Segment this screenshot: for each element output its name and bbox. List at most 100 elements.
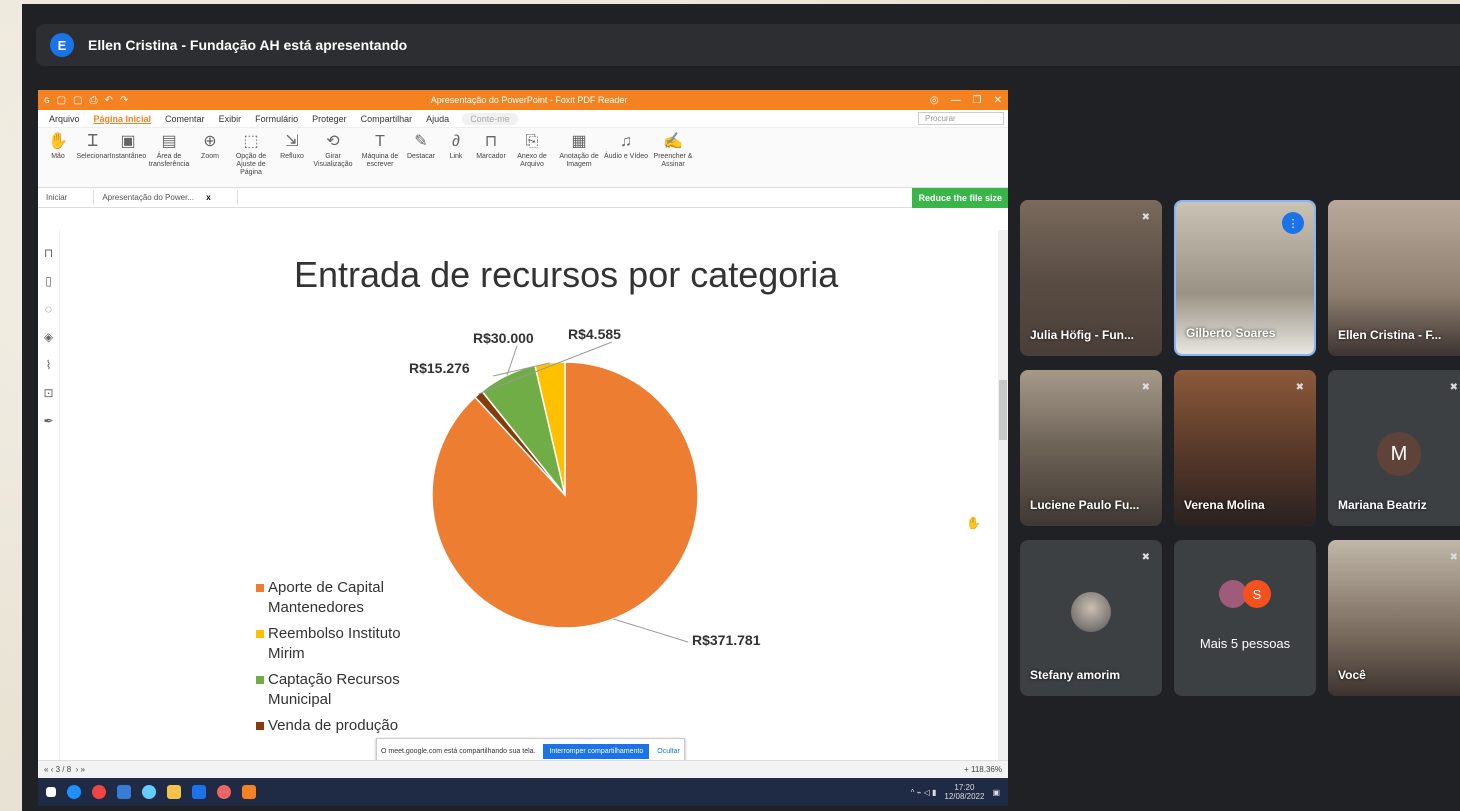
menu-item-arquivo[interactable]: Arquivo: [42, 114, 87, 124]
menu-item-compartilhar[interactable]: Compartilhar: [354, 114, 420, 124]
participant-tile[interactable]: S Mais 5 pessoas: [1174, 540, 1316, 696]
ribbon-button-rotate[interactable]: ⟲ Girar Visualização: [311, 131, 355, 169]
participant-tile[interactable]: Gilberto Soares ⋮: [1174, 200, 1316, 356]
status-bar: « ‹ 3 / 8 › » + 118.36%: [38, 760, 1008, 778]
mic-muted-icon: ✖: [1449, 552, 1458, 563]
chrome-icon[interactable]: [92, 785, 106, 799]
pages-panel-icon[interactable]: ▯: [45, 274, 52, 288]
avatar: [1071, 592, 1111, 632]
participant-tile[interactable]: Verena Molina ✖: [1174, 370, 1316, 526]
outlook-icon[interactable]: [192, 785, 206, 799]
mic-muted-icon: ✖: [1141, 552, 1150, 563]
bookmark-panel-icon[interactable]: ⊓: [44, 246, 53, 260]
ribbon-button-reflow[interactable]: ⇲ Refluxo: [276, 131, 308, 161]
print-icon[interactable]: ⎙: [90, 95, 98, 106]
participant-tile[interactable]: Julia Höfig - Fun... ✖: [1020, 200, 1162, 356]
participant-tile[interactable]: M Mariana Beatriz ✖: [1328, 370, 1460, 526]
ribbon-button-bookmark[interactable]: ⊓ Marcador: [475, 131, 507, 161]
nav-last-icon[interactable]: »: [81, 765, 85, 774]
participant-name: Ellen Cristina - F...: [1338, 328, 1442, 342]
undo-icon[interactable]: ↶: [105, 95, 113, 106]
close-icon[interactable]: ✕: [994, 95, 1002, 106]
ribbon-label: Zoom: [201, 153, 219, 160]
participant-name: Stefany amorim: [1030, 668, 1121, 682]
nav-prev-icon[interactable]: ‹: [51, 765, 54, 774]
ribbon-button-typewriter[interactable]: T Máquina de escrever: [358, 131, 402, 169]
browser-icon[interactable]: [142, 785, 156, 799]
open-icon[interactable]: ▢: [57, 95, 66, 106]
document-tabs: Iniciar Apresentação do Power... x Reduc…: [38, 188, 1008, 208]
participant-tile[interactable]: Stefany amorim ✖: [1020, 540, 1162, 696]
ribbon-button-zoom[interactable]: ⊕ Zoom: [194, 131, 226, 161]
ribbon-label: Máquina de escrever: [361, 153, 399, 168]
minimize-icon[interactable]: —: [951, 95, 961, 106]
layers-panel-icon[interactable]: ◈: [44, 330, 53, 344]
account-icon[interactable]: ◎: [930, 95, 939, 106]
participant-tile[interactable]: Você ✖: [1328, 540, 1460, 696]
redo-icon[interactable]: ↷: [120, 95, 128, 106]
attachments-panel-icon[interactable]: ⌇: [46, 358, 52, 372]
ribbon-label: Link: [449, 153, 463, 160]
nav-next-icon[interactable]: ›: [76, 765, 79, 774]
menu-item-comentar[interactable]: Comentar: [158, 114, 212, 124]
firefox-icon[interactable]: [217, 785, 231, 799]
tab-document[interactable]: Apresentação do Power... x: [94, 190, 238, 205]
participant-name: Luciene Paulo Fu...: [1030, 498, 1140, 512]
zoom-level[interactable]: + 118.36%: [964, 765, 1002, 774]
ribbon-button-select[interactable]: Ꮖ Selecionar: [76, 131, 109, 161]
menu-item-pagina-inicial[interactable]: Página Inicial: [87, 114, 159, 124]
ribbon-button-fit-page[interactable]: ⬚ Opção de Ajuste de Página: [229, 131, 273, 177]
participant-tile[interactable]: Ellen Cristina - F...: [1328, 200, 1460, 356]
hide-button[interactable]: Ocultar: [657, 748, 680, 755]
windows-taskbar: ^ ⌁ ◁ ▮ 17:20 12/08/2022 ▣: [38, 778, 1008, 806]
security-panel-icon[interactable]: ⊡: [43, 386, 53, 400]
ribbon-button-highlight[interactable]: ✎ Destacar: [405, 131, 437, 161]
ribbon-label: Área de transferência: [148, 153, 190, 168]
image-annot-icon: ▦: [571, 133, 587, 150]
reduce-file-size-button[interactable]: Reduce the file size: [912, 188, 1008, 208]
signature-panel-icon[interactable]: ✒: [43, 414, 53, 428]
stop-sharing-button[interactable]: Interromper compartilhamento: [543, 743, 650, 759]
nav-first-icon[interactable]: «: [44, 765, 48, 774]
ribbon-button-media[interactable]: ♫ Áudio e Vídeo: [604, 131, 648, 161]
app-icon[interactable]: [117, 785, 131, 799]
menu-item-proteger[interactable]: Proteger: [305, 114, 354, 124]
ribbon-button-hand[interactable]: ✋ Mão: [42, 131, 74, 161]
file-explorer-icon[interactable]: [167, 785, 181, 799]
legend-swatch: [256, 722, 264, 730]
app-title: Apresentação do PowerPoint - Foxit PDF R…: [430, 95, 628, 105]
menu-bar: Arquivo Página Inicial Comentar Exibir F…: [38, 110, 1008, 128]
search-input[interactable]: Procurar: [918, 112, 1004, 125]
comments-panel-icon[interactable]: ◌: [45, 302, 52, 316]
participant-tile[interactable]: Luciene Paulo Fu... ✖: [1020, 370, 1162, 526]
tab-close-icon[interactable]: x: [206, 193, 210, 202]
tray-icons[interactable]: ^ ⌁ ◁ ▮: [911, 788, 937, 797]
menu-item-exibir[interactable]: Exibir: [212, 114, 249, 124]
ribbon-button-snapshot[interactable]: ▣ Instantâneo: [110, 131, 147, 161]
ribbon-button-image-annot[interactable]: ▦ Anotação de Imagem: [557, 131, 601, 169]
menu-item-formulario[interactable]: Formulário: [248, 114, 305, 124]
window-controls: ◎ — ❐ ✕: [930, 95, 1002, 106]
menu-item-ajuda[interactable]: Ajuda: [419, 114, 456, 124]
presenter-bar: E Ellen Cristina - Fundação AH está apre…: [36, 24, 1460, 66]
ribbon-label: Mão: [51, 153, 65, 160]
ribbon-button-link[interactable]: ∂ Link: [440, 131, 472, 161]
scroll-thumb[interactable]: [999, 380, 1007, 440]
share-notice-text: O meet.google.com está compartilhando su…: [381, 747, 536, 755]
page-indicator[interactable]: 3 / 8: [56, 765, 72, 774]
tell-me-input[interactable]: Conte-me: [462, 112, 518, 125]
restore-icon[interactable]: ❐: [973, 95, 982, 106]
foxit-taskbar-icon[interactable]: [242, 785, 256, 799]
notification-icon[interactable]: ▣: [992, 788, 1000, 797]
tab-start[interactable]: Iniciar: [38, 190, 95, 205]
sign-icon: ✍: [663, 133, 683, 150]
ribbon-button-attach[interactable]: ⎘ Anexo de Arquivo: [510, 131, 554, 169]
ribbon-label: Opção de Ajuste de Página: [235, 153, 267, 176]
vertical-scrollbar[interactable]: [998, 230, 1008, 760]
document-page: Entrada de recursos por categoria Aporte…: [60, 230, 998, 760]
ribbon-button-clipboard[interactable]: ▤ Área de transferência: [147, 131, 191, 169]
save-icon[interactable]: ▢: [73, 95, 82, 106]
start-icon[interactable]: [46, 787, 56, 797]
edge-icon[interactable]: [67, 785, 81, 799]
ribbon-button-sign[interactable]: ✍ Preencher & Assinar: [651, 131, 695, 169]
